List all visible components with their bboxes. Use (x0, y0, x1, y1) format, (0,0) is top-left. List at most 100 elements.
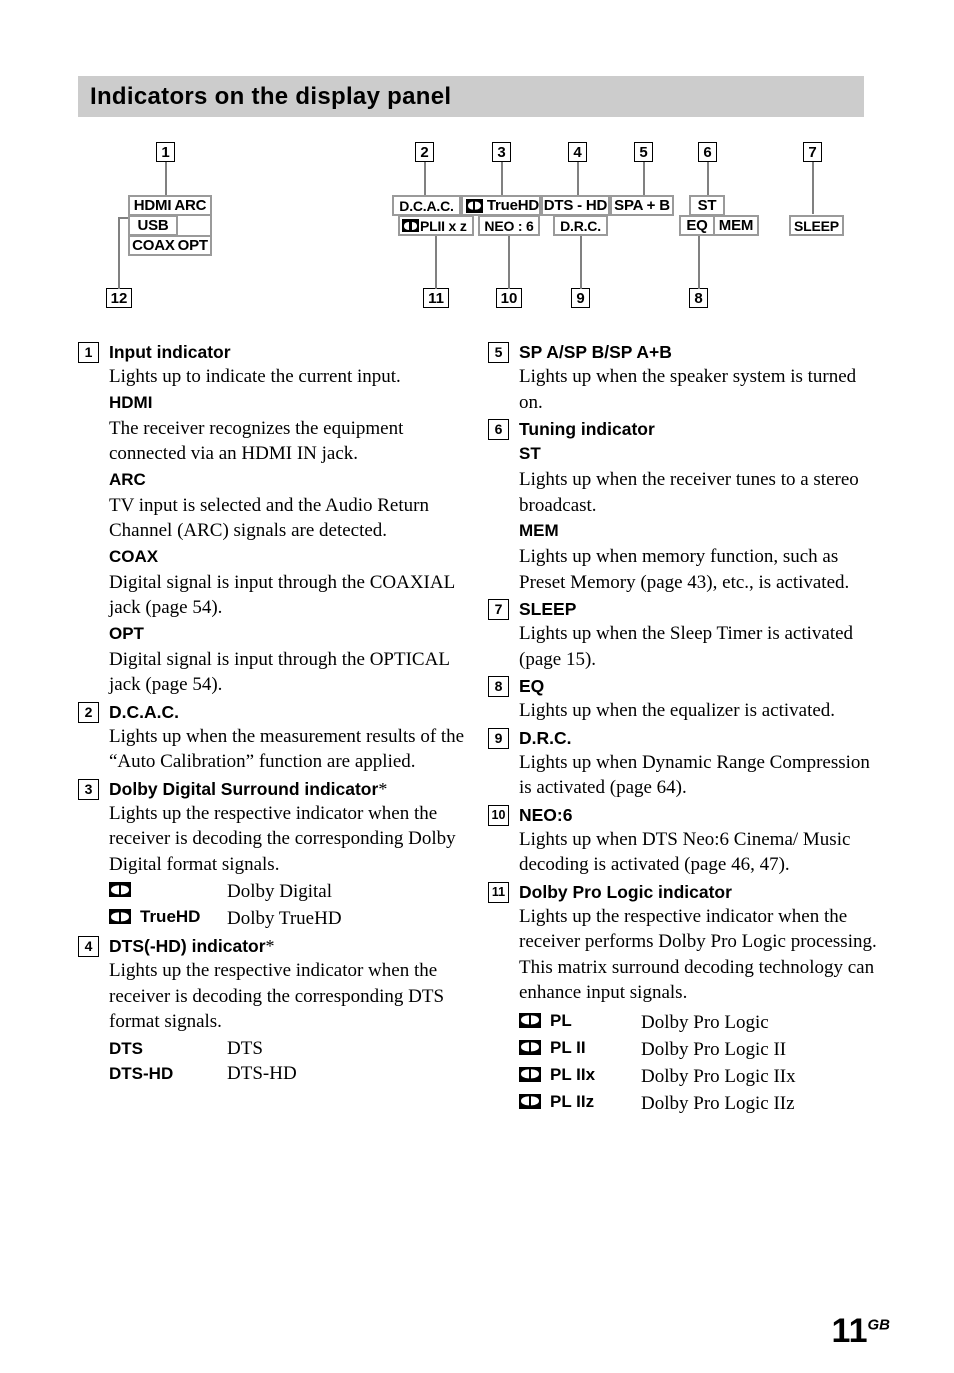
sub-mem-text: Lights up when memory function, such as … (519, 546, 850, 593)
entry-4: 4 DTS(-HD) indicator* Lights up the resp… (78, 934, 468, 1086)
segment-usb: USB (128, 215, 178, 236)
leader-1 (165, 162, 167, 197)
entry-1-body-wrap: Lights up to indicate the current input.… (109, 364, 468, 698)
segment-arc-label: ARC (174, 197, 207, 214)
dolby-logo-icon (402, 219, 419, 232)
def-value: Dolby Pro Logic (641, 1011, 769, 1033)
dolby-logo-icon (109, 909, 131, 924)
def-row: PL Dolby Pro Logic (519, 1008, 878, 1035)
def-key: TrueHD (109, 904, 227, 929)
page-number-value: 11 (831, 1312, 868, 1350)
sub-arc-text: TV input is selected and the Audio Retur… (109, 494, 429, 542)
segment-coax-label: COAX (132, 237, 175, 254)
def-row: PL II Dolby Pro Logic II (519, 1035, 878, 1062)
leader-2 (424, 162, 426, 195)
segment-dcac: D.C.A.C. (392, 195, 461, 216)
sub-opt-text: Digital signal is input through the OPTI… (109, 648, 450, 696)
entry-9-number: 9 (488, 727, 509, 749)
def-value: DTS (227, 1037, 263, 1059)
callout-1: 1 (156, 142, 175, 162)
def-value: Dolby Pro Logic IIz (641, 1092, 795, 1114)
entry-1-title: Input indicator (109, 342, 231, 362)
segment-mem-label: MEM (718, 217, 754, 234)
entry-4-number: 4 (78, 936, 99, 957)
entry-9-head: 9 D.R.C. (488, 726, 878, 750)
segment-usb-label: USB (137, 217, 169, 234)
entry-2-number: 2 (78, 701, 99, 723)
entry-9-body: Lights up when Dynamic Range Compression… (519, 751, 870, 799)
entry-5-title: SP A/SP B/SP A+B (519, 342, 672, 362)
entry-7-title: SLEEP (519, 599, 577, 619)
callout-12: 12 (106, 288, 132, 308)
segment-eq-label: EQ (686, 217, 708, 234)
segment-dtshd-label: DTS - HD (543, 197, 608, 214)
def-row: TrueHD Dolby TrueHD (109, 904, 468, 931)
segment-drc: D.R.C. (553, 215, 608, 236)
segment-hdmi-label: HDMI (133, 197, 172, 214)
dolby-logo-icon (519, 1066, 541, 1082)
right-column: 5 SP A/SP B/SP A+B Lights up when the sp… (488, 340, 878, 1116)
sub-mem-label: MEM (519, 521, 559, 540)
def-value: DTS-HD (227, 1062, 297, 1084)
def-key-label: DTS-HD (109, 1063, 174, 1083)
entry-3-body-wrap: Lights up the respective indicator when … (109, 801, 468, 932)
entry-1: 1 Input indicator Lights up to indicate … (78, 340, 468, 698)
entry-3-footnote-mark: * (378, 778, 388, 799)
entry-8-head: 8 EQ (488, 674, 878, 698)
def-row: PL IIz Dolby Pro Logic IIz (519, 1089, 878, 1116)
leader-8 (698, 235, 700, 289)
segment-dolby-plii-xz: PLII x z (398, 215, 474, 236)
leader-6 (707, 162, 709, 195)
def-row: PL IIx Dolby Pro Logic IIx (519, 1062, 878, 1089)
dolby-logo-icon (519, 1039, 541, 1055)
entry-6-head: 6 Tuning indicator (488, 417, 878, 441)
leader-7 (812, 162, 814, 214)
segment-coax-opt: COAX OPT (128, 235, 212, 256)
entry-3: 3 Dolby Digital Surround indicator* Ligh… (78, 777, 468, 932)
def-key: PL IIz (519, 1089, 641, 1114)
page-number-suffix: GB (867, 1316, 891, 1334)
entry-6-body-wrap: ST Lights up when the receiver tunes to … (519, 441, 878, 595)
entry-10-body-wrap: Lights up when DTS Neo:6 Cinema/ Music d… (519, 827, 878, 878)
entry-7-head: 7 SLEEP (488, 597, 878, 621)
segment-opt-label: OPT (177, 237, 208, 254)
def-row: Dolby Digital (109, 879, 468, 904)
def-key-label: PL (550, 1010, 572, 1030)
leader-4 (577, 162, 579, 195)
entry-5-number: 5 (488, 342, 509, 363)
def-key: PL (519, 1008, 641, 1033)
def-key-label: TrueHD (140, 907, 201, 926)
callout-9: 9 (571, 288, 590, 308)
entry-7-number: 7 (488, 599, 509, 620)
leader-3 (501, 162, 503, 195)
leader-9 (580, 235, 582, 289)
entry-2: 2 D.C.A.C. Lights up when the measuremen… (78, 700, 468, 775)
segment-dolby-truehd: TrueHD (461, 195, 541, 216)
callout-2: 2 (415, 142, 434, 162)
entry-3-title: Dolby Digital Surround indicator* (109, 777, 387, 801)
entry-4-title-text: DTS(-HD) indicator (109, 936, 266, 956)
entry-11-head: 11 Dolby Pro Logic indicator (488, 880, 878, 904)
callout-8: 8 (689, 288, 708, 308)
entry-5-body: Lights up when the speaker system is tur… (519, 366, 857, 413)
entry-3-head: 3 Dolby Digital Surround indicator* (78, 777, 468, 801)
entry-11-title: Dolby Pro Logic indicator (519, 881, 732, 902)
entry-2-head: 2 D.C.A.C. (78, 700, 468, 724)
entry-1-number: 1 (78, 342, 99, 363)
sub-hdmi-text: The receiver recognizes the equipment co… (109, 417, 404, 465)
entry-10-number: 10 (488, 804, 509, 826)
entry-8-title: EQ (519, 676, 545, 696)
callout-3: 3 (492, 142, 511, 162)
segment-spab-label: SPA + B (614, 197, 670, 214)
callout-10: 10 (496, 288, 522, 308)
segment-mem: MEM (713, 215, 759, 236)
entry-11-number: 11 (488, 881, 509, 903)
segment-drc-label: D.R.C. (560, 217, 601, 234)
entry-4-footnote-mark: * (265, 936, 275, 956)
def-key: DTS (109, 1036, 227, 1061)
def-key (109, 882, 227, 897)
segment-neo6: NEO : 6 (478, 215, 540, 236)
entry-1-head: 1 Input indicator (78, 340, 468, 364)
segment-sleep: SLEEP (789, 215, 844, 236)
entry-10-head: 10 NEO:6 (488, 803, 878, 827)
